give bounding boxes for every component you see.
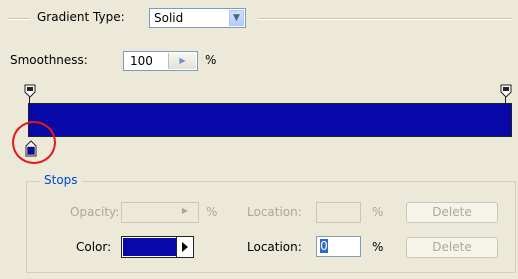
stops-group: [26, 181, 516, 273]
separator-left: [8, 18, 30, 20]
slider-arrow-icon: ▶: [181, 206, 188, 215]
chevron-down-icon[interactable]: ▼: [229, 10, 244, 26]
opacity-stop-left-icon[interactable]: [24, 84, 36, 98]
color-swatch-fill: [123, 238, 176, 256]
smoothness-value: 100: [130, 54, 153, 68]
opacity-input[interactable]: ▶: [121, 202, 199, 223]
opacity-location-input[interactable]: [316, 202, 361, 223]
opacity-location-unit: %: [372, 205, 384, 219]
color-location-input[interactable]: 0: [316, 236, 361, 257]
color-label: Color:: [76, 240, 112, 254]
color-swatch[interactable]: [121, 236, 194, 258]
gradient-type-label: Gradient Type:: [37, 10, 125, 24]
smoothness-input[interactable]: 100 ▶: [123, 51, 198, 71]
opacity-location-label: Location:: [247, 205, 302, 219]
stops-title: Stops: [40, 173, 82, 187]
slider-arrow-icon[interactable]: ▶: [168, 53, 196, 69]
color-location-unit: %: [372, 240, 384, 254]
annotation-circle: [12, 121, 56, 164]
color-location-value: 0: [320, 239, 328, 253]
separator-right: [258, 18, 512, 20]
play-arrow-icon: [182, 242, 188, 252]
color-location-label: Location:: [247, 240, 302, 254]
gradient-type-dropdown[interactable]: Solid ▼: [149, 8, 246, 28]
opacity-unit: %: [206, 205, 218, 219]
color-menu-button[interactable]: [176, 237, 193, 257]
smoothness-label: Smoothness:: [10, 53, 88, 67]
gradient-preview-bar[interactable]: [28, 103, 512, 137]
color-delete-button[interactable]: Delete: [406, 237, 498, 258]
smoothness-unit: %: [205, 53, 217, 67]
opacity-stop-right-icon[interactable]: [500, 84, 512, 98]
opacity-delete-button[interactable]: Delete: [406, 202, 498, 223]
gradient-type-value: Solid: [154, 11, 184, 25]
opacity-label: Opacity:: [70, 205, 120, 219]
